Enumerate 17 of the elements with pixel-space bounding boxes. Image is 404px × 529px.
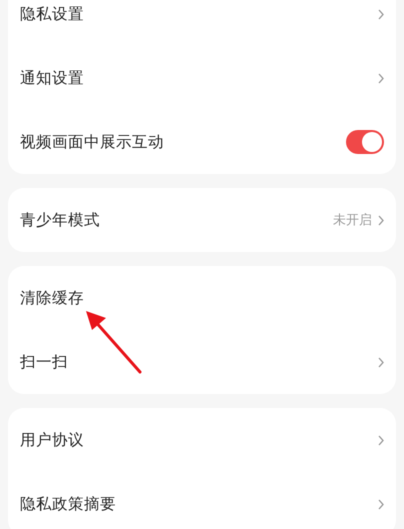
setting-label[interactable]: 青少年模式: [20, 210, 327, 230]
chevron-icon: [378, 214, 384, 226]
setting-label[interactable]: 清除缓存: [20, 288, 384, 308]
setting-label[interactable]: 用户协议: [20, 430, 372, 450]
chevron-icon: [378, 356, 384, 368]
setting-label[interactable]: 扫一扫: [20, 352, 372, 372]
setting-label[interactable]: 隐私设置: [20, 4, 372, 24]
setting-label[interactable]: 通知设置: [20, 68, 372, 88]
chevron-icon: [378, 8, 384, 20]
chevron-icon: [378, 498, 384, 510]
setting-label[interactable]: 视频画面中展示互动: [20, 132, 340, 152]
toggle-switch[interactable]: [346, 130, 384, 154]
arrow-annotation: [86, 311, 142, 374]
chevron-icon: [378, 434, 384, 446]
setting-label[interactable]: 隐私政策摘要: [20, 494, 372, 514]
status-text: 未开启: [333, 212, 372, 229]
chevron-icon: [378, 72, 384, 84]
